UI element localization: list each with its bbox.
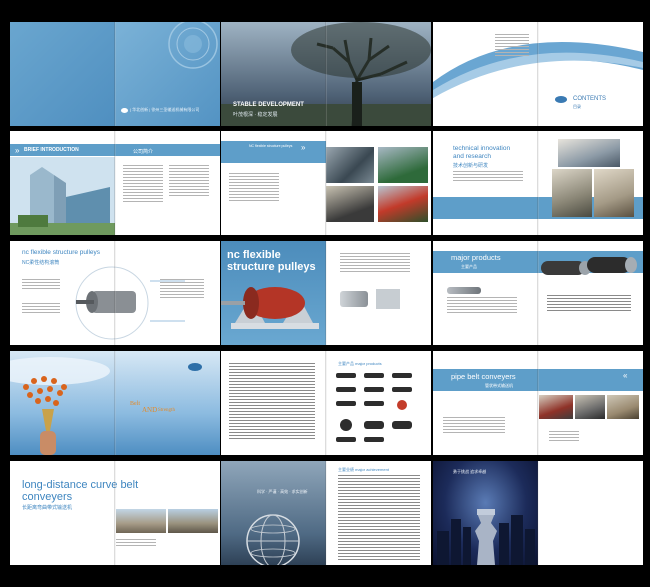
conveyor-photo-2 [378,147,428,183]
intro-body-text-2 [169,165,209,198]
contents-subheading: 目录 [573,104,581,109]
pipe-photo-2 [575,395,605,419]
pulley-part-photo-2 [376,289,400,309]
contents-logo-icon [555,96,567,103]
major-heading: major products [451,253,501,262]
cover-front-page: | 华北创新 | 徐州三圣输送机械有限公司 [115,22,220,126]
pulley-machine-photo [221,287,319,329]
spread-major-products: major products 主要产品 [433,241,643,345]
intro-heading: BRIEF INTRODUCTION [24,147,79,153]
nc-pulleys-subtitle: NC柔性结构滚筒 [22,260,60,266]
conveyor-photo-4 [378,186,428,222]
roller-photos [541,257,637,275]
curve-photo-1 [116,509,166,533]
spread-pipe-belt: pipe belt conveyers 管状带式输送机 « [433,351,643,455]
nc-pulleys-text-2 [22,303,60,315]
meeting-photo [558,139,620,167]
torch-logo-icon [188,363,202,371]
nc-big-line2: structure pulleys [227,261,316,273]
products-heading: 主要产品 major products [338,361,382,366]
contents-heading: CONTENTS [573,96,606,102]
innovation-text [453,171,523,183]
spread-globe: 科学 · 严谨 · 高效 · 求实创新 主要业绩 major achieveme… [221,461,431,565]
roller-part-photo [447,287,481,294]
pipe-subheading: 管状带式输送机 [485,383,513,388]
curve-line1: long-distance curve belt [22,479,139,491]
torch-hand-graphic [10,357,110,455]
conveyor-photo-1 [326,147,374,183]
intro-page-title: 公司简介 [133,149,154,155]
pipe-notes [549,431,579,443]
tree-subheading: 叶茂根深 · 稳定发展 [233,112,278,118]
city-chess-graphic [437,509,535,565]
spread-innovation: technical innovation and research 技术创新与研… [433,131,643,235]
spread-tree: STABLE DEVELOPMENT 叶茂根深 · 稳定发展 [221,22,431,126]
spread-nc-pulleys: nc flexible structure pulleys NC柔性结构滚筒 [10,241,220,345]
spread-pulleys: NC flexible structure pulleys » [221,131,431,235]
spread-nc-big: nc flexible structure pulleys [221,241,431,345]
torch-line3: Strength [158,408,175,413]
lab-photo-1 [552,169,592,217]
pulleys-heading: NC flexible structure pulleys [249,144,293,148]
building-photo [10,157,115,235]
major-table [547,295,631,313]
globe-sculpture-graphic [246,514,300,565]
products-table-left [229,363,315,441]
cover-back-page [10,22,115,126]
spread-torch: Belt AND Strength [10,351,220,455]
product-thumbnails [336,373,412,442]
tree-heading: STABLE DEVELOPMENT [233,102,304,108]
curve-subheading: 长距离弯曲带式输送机 [22,505,73,511]
spread-cover: | 华北创新 | 徐州三圣输送机械有限公司 [10,22,220,126]
curve-line2: conveyers [22,491,73,503]
double-arrow-icon: » [301,143,306,152]
double-arrow-icon: » [15,146,20,155]
pulley-part-photo-1 [340,291,368,307]
torch-line1: Belt [130,401,140,407]
major-text [447,297,517,315]
conveyor-photo-3 [326,186,374,222]
spread-intro: » BRIEF INTRODUCTION 公司简介 [10,131,220,235]
cover-company-line: | 华北创新 | 徐州三圣输送机械有限公司 [130,107,200,112]
globe-motto: 科学 · 严谨 · 高效 · 求实创新 [257,489,308,494]
spread-contents: CONTENTS 目录 [433,22,643,126]
achieve-heading: 主要业绩 major achievement [338,467,389,472]
nc-big-list [340,253,410,274]
spread-curve-belt: long-distance curve belt conveyers 长距离弯曲… [10,461,220,565]
contents-list [495,34,529,58]
double-arrow-icon: « [623,371,628,380]
pulleys-text [229,173,279,203]
innovation-heading-line1: technical innovation [453,145,511,152]
curve-photo-2 [168,509,218,533]
achieve-table [338,475,420,562]
nc-pulleys-text [22,279,60,291]
pipe-text [443,417,505,435]
spread-city: 勇于挑战 追求卓越 [433,461,643,565]
spread-products: 主要产品 major products [221,351,431,455]
pipe-heading: pipe belt conveyers [451,372,516,381]
cover-logo-icon [121,108,128,113]
innovation-heading-line2: and research [453,153,491,160]
pipe-photo-3 [607,395,639,419]
innovation-subheading: 技术创新与研发 [453,163,489,169]
major-subheading: 主要产品 [461,264,477,269]
intro-body-text [123,165,163,204]
pipe-photo-1 [539,395,573,419]
nc-pulleys-notes [160,279,204,300]
lab-photo-2 [594,169,634,217]
nc-big-line1: nc flexible [227,249,281,261]
torch-line2: AND [142,406,158,414]
curve-text [116,539,156,548]
